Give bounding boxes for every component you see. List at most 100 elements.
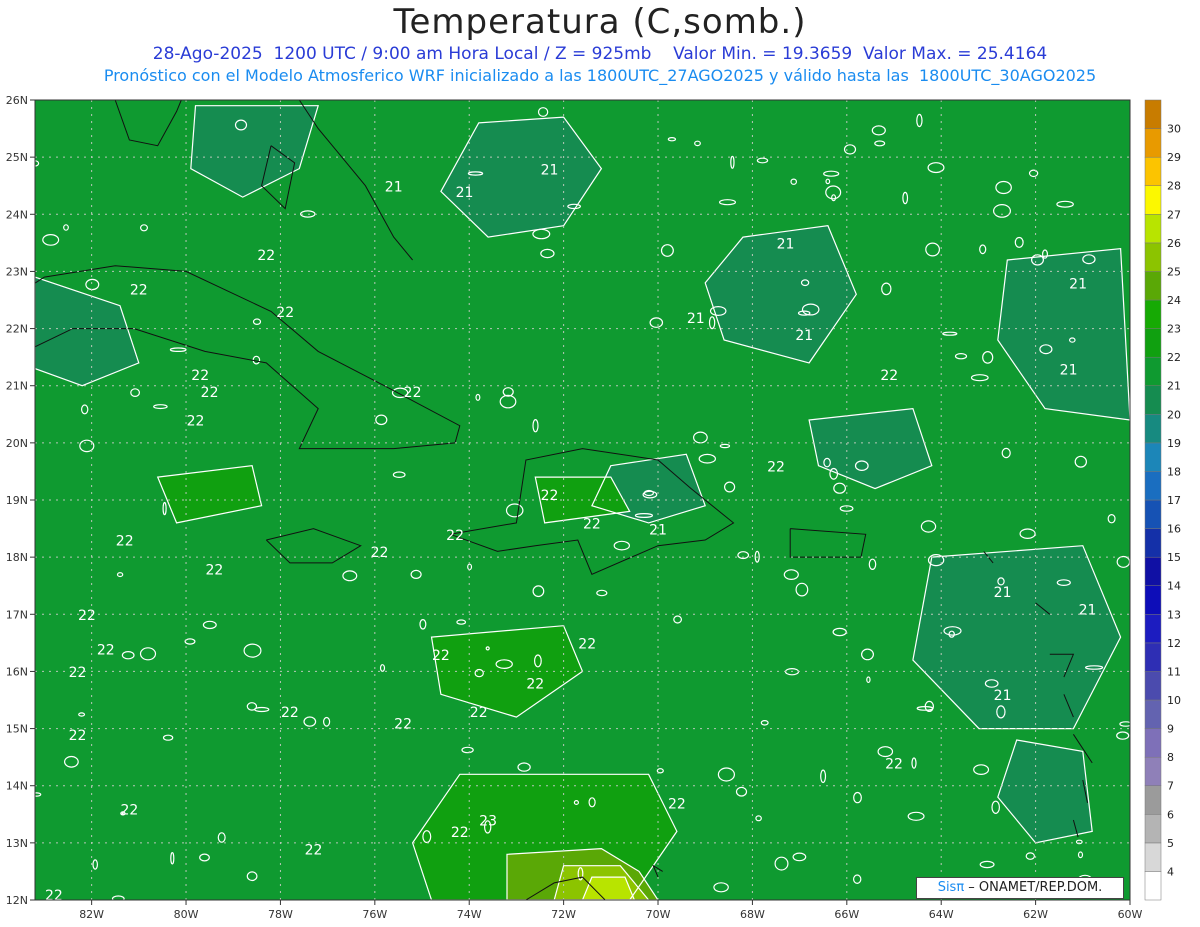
lon-tick-label: 78W bbox=[268, 908, 293, 921]
colorbar-swatch bbox=[1144, 642, 1162, 672]
colorbar-label: 27 bbox=[1167, 208, 1181, 221]
contour-label: 21 bbox=[687, 311, 705, 327]
colorbar-label: 22 bbox=[1167, 351, 1181, 364]
colorbar-label: 21 bbox=[1167, 380, 1181, 393]
lon-tick-label: 64W bbox=[929, 908, 954, 921]
contour-label: 22 bbox=[668, 797, 686, 813]
contour-label: 22 bbox=[470, 705, 488, 721]
colorbar: 4 5 6 7 8 9 10 11 12 13 14 15 16 17 18 19 20 21 22 23 24 25 26… bbox=[1144, 99, 1181, 901]
lon-tick-label: 60W bbox=[1118, 908, 1143, 921]
contour-label: 21 bbox=[649, 522, 667, 538]
contour-label: 22 bbox=[404, 385, 422, 401]
colorbar-label: 10 bbox=[1167, 694, 1181, 707]
colorbar-label: 7 bbox=[1167, 780, 1174, 793]
contour-label: 22 bbox=[446, 528, 464, 544]
colorbar-label: 19 bbox=[1167, 437, 1181, 450]
contour-label: 22 bbox=[578, 637, 596, 653]
colorbar-label: 30 bbox=[1167, 123, 1181, 136]
colorbar-swatch bbox=[1144, 814, 1162, 844]
contour-label: 22 bbox=[276, 305, 294, 321]
colorbar-swatch bbox=[1144, 328, 1162, 358]
colorbar-swatch bbox=[1144, 756, 1162, 786]
lat-tick-label: 18N bbox=[6, 551, 28, 564]
colorbar-swatch bbox=[1144, 842, 1162, 872]
contour-label: 22 bbox=[767, 459, 785, 475]
contour-label: 22 bbox=[45, 888, 63, 904]
colorbar-label: 12 bbox=[1167, 637, 1181, 650]
credit-text: – ONAMET/REP.DOM. bbox=[964, 880, 1103, 895]
contour-label: 22 bbox=[78, 608, 96, 624]
colorbar-swatch bbox=[1144, 128, 1162, 158]
contour-label: 22 bbox=[116, 534, 134, 550]
lon-tick-label: 62W bbox=[1023, 908, 1048, 921]
colorbar-swatch bbox=[1144, 528, 1162, 558]
colorbar-label: 20 bbox=[1167, 408, 1181, 421]
contour-label: 22 bbox=[69, 665, 87, 681]
contour-label: 22 bbox=[130, 282, 148, 298]
colorbar-swatch bbox=[1144, 414, 1162, 444]
colorbar-label: 6 bbox=[1167, 808, 1174, 821]
colorbar-swatch bbox=[1144, 585, 1162, 615]
colorbar-swatch bbox=[1144, 185, 1162, 215]
colorbar-label: 16 bbox=[1167, 523, 1181, 536]
lat-tick-label: 17N bbox=[6, 608, 28, 621]
lon-tick-label: 70W bbox=[646, 908, 671, 921]
contour-label: 22 bbox=[97, 642, 115, 658]
lat-tick-label: 19N bbox=[6, 494, 28, 507]
colorbar-swatch bbox=[1144, 99, 1162, 129]
colorbar-swatch bbox=[1144, 499, 1162, 529]
contour-label: 22 bbox=[885, 757, 903, 773]
contour-label: 22 bbox=[281, 705, 299, 721]
contour-label: 22 bbox=[541, 488, 559, 504]
contour-label: 22 bbox=[451, 825, 469, 841]
colorbar-label: 18 bbox=[1167, 465, 1181, 478]
colorbar-swatch bbox=[1144, 271, 1162, 301]
contour-label: 22 bbox=[583, 517, 601, 533]
lat-tick-label: 15N bbox=[6, 723, 28, 736]
colorbar-swatch bbox=[1144, 214, 1162, 244]
colorbar-swatch bbox=[1144, 871, 1162, 901]
lon-tick-label: 74W bbox=[457, 908, 482, 921]
colorbar-swatch bbox=[1144, 385, 1162, 415]
colorbar-swatch bbox=[1144, 699, 1162, 729]
contour-label: 22 bbox=[187, 414, 205, 430]
lat-tick-label: 26N bbox=[6, 94, 28, 107]
contour-label: 21 bbox=[385, 179, 403, 195]
contour-label: 23 bbox=[479, 814, 497, 830]
contour-label: 22 bbox=[191, 368, 209, 384]
lon-tick-label: 82W bbox=[79, 908, 104, 921]
colorbar-label: 25 bbox=[1167, 265, 1181, 278]
lon-tick-label: 72W bbox=[551, 908, 576, 921]
contour-label: 21 bbox=[1079, 602, 1097, 618]
colorbar-swatch bbox=[1144, 242, 1162, 272]
lat-tick-label: 13N bbox=[6, 837, 28, 850]
contour-label: 21 bbox=[994, 688, 1012, 704]
colorbar-swatch bbox=[1144, 728, 1162, 758]
colorbar-label: 17 bbox=[1167, 494, 1181, 507]
lat-tick-label: 16N bbox=[6, 665, 28, 678]
colorbar-label: 24 bbox=[1167, 294, 1181, 307]
lat-tick-label: 22N bbox=[6, 323, 28, 336]
colorbar-label: 28 bbox=[1167, 180, 1181, 193]
colorbar-swatch bbox=[1144, 671, 1162, 701]
colorbar-swatch bbox=[1144, 356, 1162, 386]
lat-tick-label: 25N bbox=[6, 151, 28, 164]
contour-label: 21 bbox=[1060, 362, 1078, 378]
lat-tick-label: 23N bbox=[6, 265, 28, 278]
contour-label: 22 bbox=[257, 248, 275, 264]
colorbar-swatch bbox=[1144, 614, 1162, 644]
temperature-map: 2121 212121212121222222222222222222222222… bbox=[6, 94, 1181, 921]
lat-tick-label: 12N bbox=[6, 894, 28, 907]
contour-label: 22 bbox=[201, 385, 219, 401]
contour-label: 22 bbox=[69, 728, 87, 744]
colorbar-label: 14 bbox=[1167, 580, 1181, 593]
colorbar-label: 4 bbox=[1167, 865, 1174, 878]
colorbar-swatch bbox=[1144, 299, 1162, 329]
colorbar-swatch bbox=[1144, 556, 1162, 586]
colorbar-label: 8 bbox=[1167, 751, 1174, 764]
lat-tick-label: 21N bbox=[6, 380, 28, 393]
contour-label: 22 bbox=[305, 842, 323, 858]
colorbar-swatch bbox=[1144, 785, 1162, 815]
lon-tick-label: 66W bbox=[834, 908, 859, 921]
colorbar-label: 15 bbox=[1167, 551, 1181, 564]
